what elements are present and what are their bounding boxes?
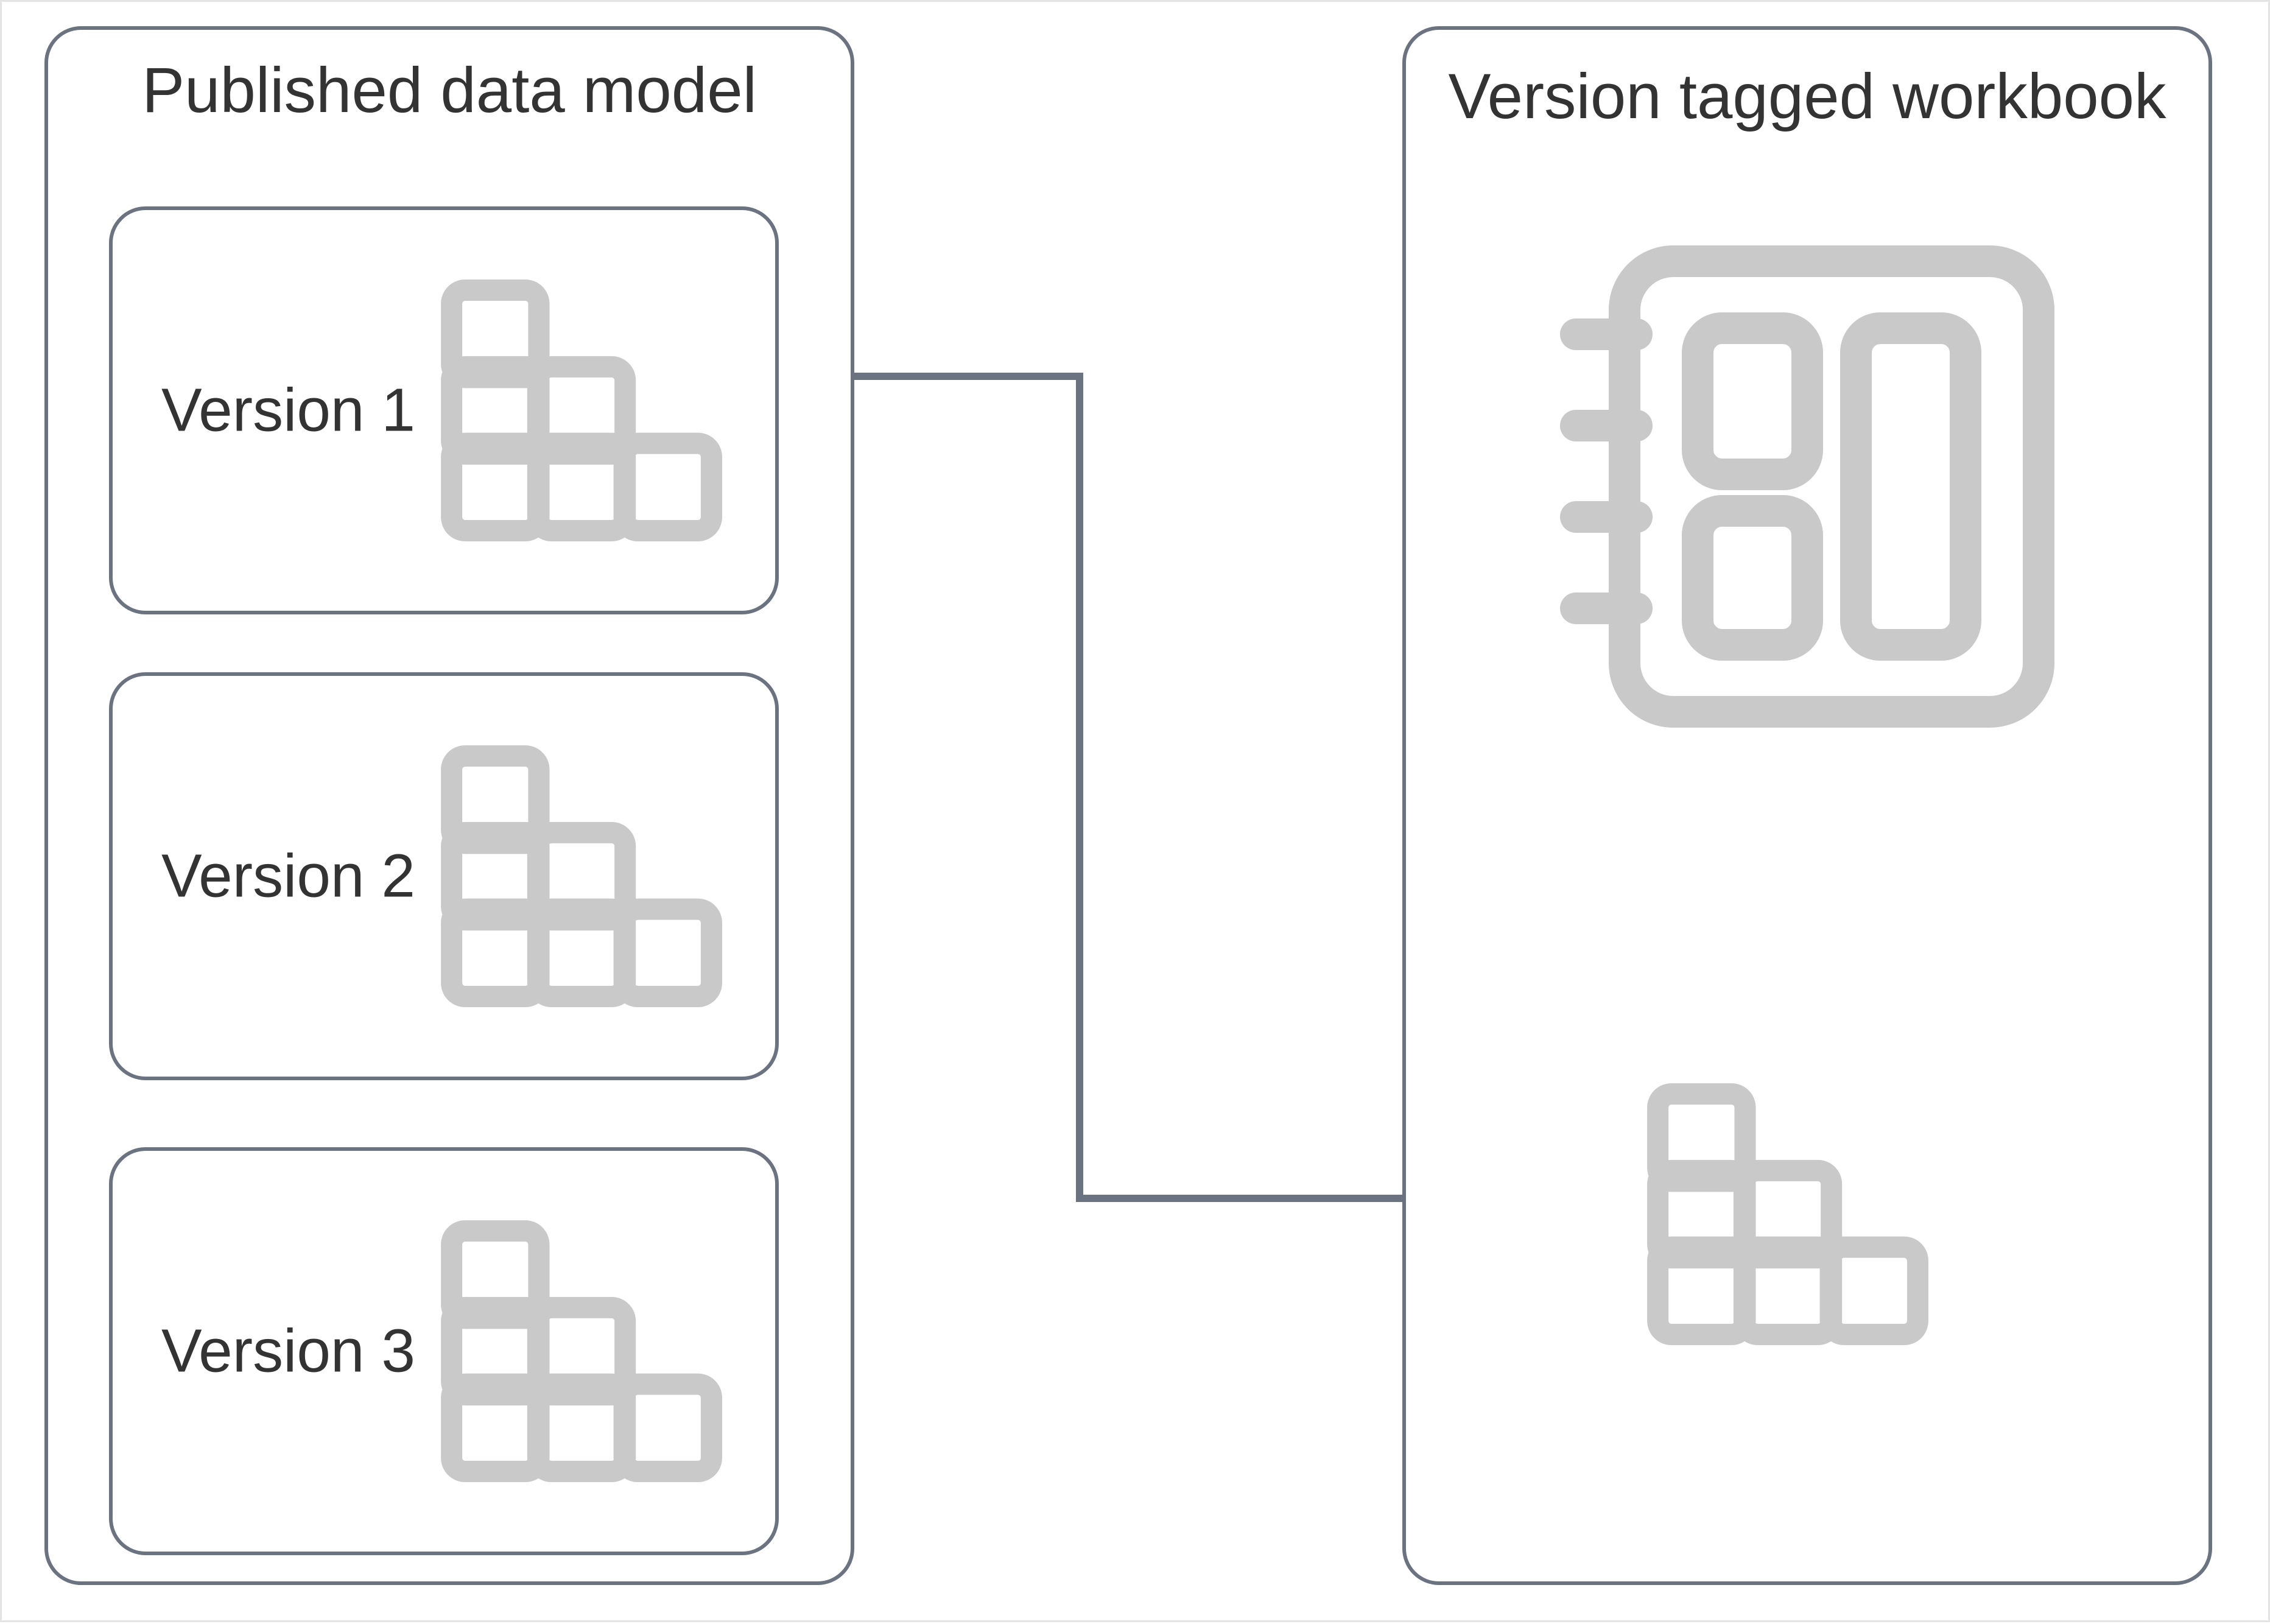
- panel-title-left: Published data model: [48, 54, 851, 127]
- stair-blocks-icon: [1646, 1083, 1939, 1345]
- version-tagged-workbook-panel: Version tagged workbook: [1402, 26, 2212, 1585]
- published-data-model-panel: Published data model Version 1 Version 2: [44, 26, 854, 1585]
- diagram-canvas: Published data model Version 1 Version 2: [0, 0, 2270, 1622]
- version-label: Version 2: [161, 842, 415, 912]
- version-card-1: Version 1: [109, 206, 779, 614]
- stair-blocks-icon: [440, 1220, 733, 1482]
- version-card-3: Version 3: [109, 1147, 779, 1555]
- panel-title-right: Version tagged workbook: [1406, 60, 2209, 133]
- version-label: Version 1: [161, 376, 415, 446]
- version-card-2: Version 2: [109, 672, 779, 1080]
- stair-blocks-icon: [440, 745, 733, 1007]
- version-label: Version 3: [161, 1316, 415, 1387]
- notebook-icon: [1551, 237, 2063, 736]
- stair-blocks-icon: [440, 279, 733, 541]
